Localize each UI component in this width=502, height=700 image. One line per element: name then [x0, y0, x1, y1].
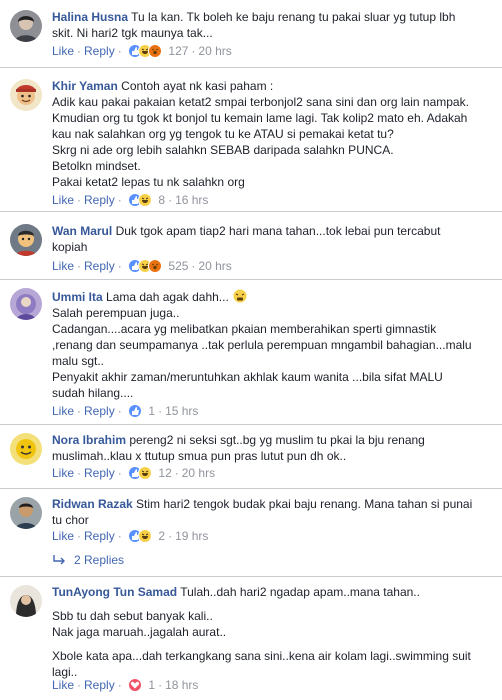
- reaction-count: 525: [168, 259, 189, 273]
- comment-text-line: Cadangan....acara yg melibatkan pkaian m…: [52, 322, 437, 336]
- comment-text-line: muslimah..klau x ttutup smua pun pras lu…: [52, 449, 347, 463]
- avatar[interactable]: [10, 288, 42, 320]
- reply-arrow-icon: [53, 555, 65, 565]
- reaction-summary[interactable]: [128, 404, 143, 418]
- reaction-summary[interactable]: [128, 466, 153, 480]
- reply-button[interactable]: Reply: [84, 259, 115, 273]
- reply-button[interactable]: Reply: [84, 529, 115, 543]
- comment-timestamp[interactable]: 20 hrs: [182, 466, 215, 480]
- comment-author[interactable]: Wan Marul: [52, 224, 112, 238]
- like-button[interactable]: Like: [52, 259, 74, 273]
- comment-author[interactable]: Ummi Ita: [52, 290, 103, 304]
- comment-timestamp[interactable]: 16 hrs: [175, 193, 208, 207]
- haha-reaction-icon: [138, 193, 153, 207]
- avatar[interactable]: [10, 79, 42, 111]
- comment-text-line: Stim hari2 tengok budak pkai baju renang…: [136, 497, 473, 511]
- comment-author[interactable]: TunAyong Tun Samad: [52, 585, 177, 599]
- comment-wan-marul: Wan Marul Duk tgok apam tiap2 hari mana …: [0, 212, 502, 278]
- comment-text-line: Tu la kan. Tk boleh ke baju renang tu pa…: [131, 10, 456, 24]
- comment-ridwan-razak: Ridwan Razak Stim hari2 tengok budak pka…: [0, 489, 502, 575]
- comment-text-line: Tulah..dah hari2 ngadap apam..mana tahan…: [180, 585, 420, 599]
- comment-text-line: pereng2 ni seksi sgt..bg yg muslim tu pk…: [129, 433, 425, 447]
- haha-reaction-icon: [138, 466, 153, 480]
- comment-text-line: tu chor: [52, 513, 89, 527]
- tired-face-emoji-icon: [232, 289, 248, 303]
- comment-text-line: Penyakit akhir zaman/meruntuhkan akhlak …: [52, 370, 443, 384]
- reply-button[interactable]: Reply: [84, 44, 115, 58]
- wow-reaction-icon: [148, 44, 163, 58]
- like-button[interactable]: Like: [52, 678, 74, 692]
- reaction-summary[interactable]: [128, 44, 163, 58]
- wow-reaction-icon: [148, 259, 163, 273]
- comment-author[interactable]: Khir Yaman: [52, 79, 118, 93]
- like-reaction-icon: [128, 404, 143, 418]
- avatar[interactable]: [10, 224, 42, 256]
- comment-text-line: Nak jaga maruah..jagalah aurat..: [52, 625, 227, 639]
- comment-author[interactable]: Halina Husna: [52, 10, 128, 24]
- reaction-summary[interactable]: [128, 193, 153, 207]
- replies-count-label: 2 Replies: [74, 553, 125, 567]
- reaction-summary[interactable]: [128, 259, 163, 273]
- comment-text-line: Sbb tu dah sebut banyak kali..: [52, 609, 213, 623]
- comment-timestamp[interactable]: 20 hrs: [198, 44, 231, 58]
- comment-text-line: sudah hilang....: [52, 386, 134, 400]
- reaction-count: 127: [168, 44, 189, 58]
- comment-text-line: ,renang dan seumpamanya ..tak perlula pe…: [52, 338, 472, 352]
- comment-author[interactable]: Nora Ibrahim: [52, 433, 126, 447]
- comment-ummi-ita: Ummi Ita Lama dah agak dahh... Salah per…: [0, 280, 502, 426]
- comment-blank-line: [52, 640, 488, 648]
- reply-button[interactable]: Reply: [84, 466, 115, 480]
- comment-text-line: Duk tgok apam tiap2 hari mana tahan...to…: [115, 224, 441, 238]
- like-button[interactable]: Like: [52, 404, 74, 418]
- comment-timestamp[interactable]: 20 hrs: [198, 259, 231, 273]
- like-button[interactable]: Like: [52, 193, 74, 207]
- love-reaction-icon: [128, 678, 143, 692]
- reply-button[interactable]: Reply: [84, 404, 115, 418]
- comment-nora-ibrahim: Nora Ibrahim pereng2 ni seksi sgt..bg yg…: [0, 425, 502, 487]
- comment-khir-yaman: Khir Yaman Contoh ayat nk kasi paham : A…: [0, 68, 502, 210]
- reaction-summary[interactable]: [128, 678, 143, 692]
- reaction-summary[interactable]: [128, 529, 153, 543]
- comment-text-line: kau nak salahkan org yg tengok tu ke ATA…: [52, 127, 394, 141]
- comment-text-line: Lama dah agak dahh...: [106, 290, 229, 304]
- haha-reaction-icon: [138, 529, 153, 543]
- comment-timestamp[interactable]: 15 hrs: [165, 404, 198, 418]
- like-button[interactable]: Like: [52, 44, 74, 58]
- comment-text-line: skit. Ni hari2 tgk maunya tak...: [52, 26, 213, 40]
- comment-text-line: Pakai ketat2 lepas tu nk salahkn org: [52, 175, 245, 189]
- comment-text-line: Betolkn mindset.: [52, 159, 141, 173]
- comment-text-line: Xbole kata apa...dah terkangkang sana si…: [52, 649, 471, 663]
- comment-timestamp[interactable]: 19 hrs: [175, 529, 208, 543]
- avatar[interactable]: [10, 497, 42, 529]
- comment-text-line: kopiah: [52, 240, 88, 254]
- comment-text-line: Kmudian org tu tgok kt bonjol tu kemain …: [52, 111, 468, 125]
- reply-button[interactable]: Reply: [84, 678, 115, 692]
- comment-text-line: Skrg ni ade org lebih salahkn SEBAB dari…: [52, 143, 394, 157]
- comment-author[interactable]: Ridwan Razak: [52, 497, 133, 511]
- comment-text-line: Contoh ayat nk kasi paham :: [121, 79, 274, 93]
- comment-text-line: malu sgt..: [52, 354, 105, 368]
- like-button[interactable]: Like: [52, 529, 74, 543]
- reply-button[interactable]: Reply: [84, 193, 115, 207]
- comment-blank-line: [52, 600, 488, 608]
- avatar[interactable]: [10, 10, 42, 42]
- comment-text-line: Salah perempuan juga..: [52, 306, 180, 320]
- comment-timestamp[interactable]: 18 hrs: [165, 678, 198, 692]
- avatar[interactable]: [10, 433, 42, 465]
- reaction-count: 12: [158, 466, 172, 480]
- like-button[interactable]: Like: [52, 466, 74, 480]
- view-replies-link[interactable]: 2 Replies: [52, 552, 124, 568]
- comment-text-line: Adik kau pakai pakaian ketat2 smpai terb…: [52, 95, 469, 109]
- avatar[interactable]: [10, 585, 42, 617]
- comment-tunayong-tun-samad: TunAyong Tun Samad Tulah..dah hari2 ngad…: [0, 577, 502, 700]
- comment-halina-husna: Halina Husna Tu la kan. Tk boleh ke baju…: [0, 0, 502, 66]
